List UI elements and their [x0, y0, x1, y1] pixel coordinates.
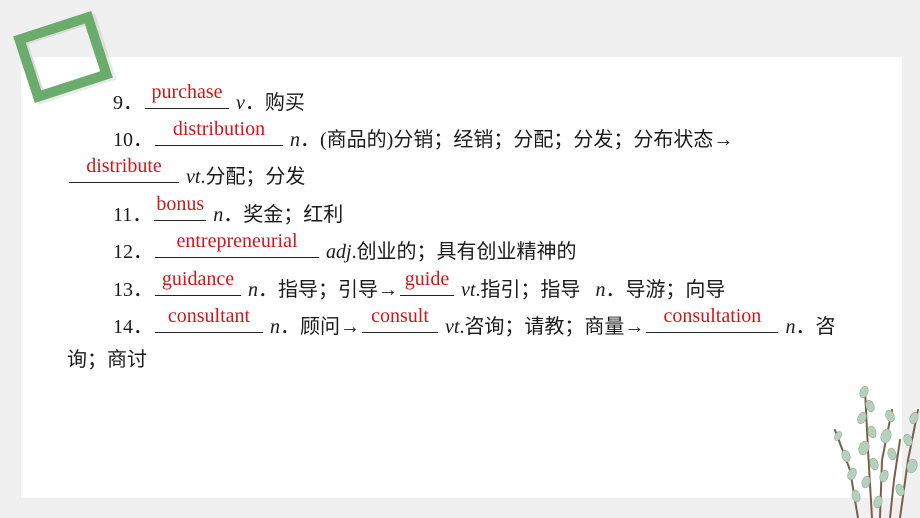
vocab-item-11: 11． bonus n．奖金；红利	[113, 194, 344, 228]
answer-text: consultation	[663, 305, 762, 327]
answer-text: purchase	[151, 81, 223, 103]
vocab-item-14-continued: 询；商讨	[67, 347, 147, 373]
answer-text: distribution	[172, 118, 266, 140]
vocab-item-14: 14． consultant n．顾问→ consult vt.咨询；请教；商量→ c…	[113, 306, 836, 340]
answer-blank: entrepreneurial	[155, 231, 319, 258]
pos-separator: ．	[300, 129, 320, 151]
answer-blank: guidance	[155, 269, 241, 296]
part-of-speech: vt	[445, 316, 460, 338]
part-of-speech: n	[270, 316, 280, 338]
part-of-speech: n	[785, 316, 796, 338]
meaning: 购买	[264, 92, 305, 114]
vocab-item-12: 12． entrepreneurial adj.创业的；具有创业精神的	[113, 231, 577, 265]
part-of-speech: vt	[186, 166, 201, 188]
item-number: 13．	[113, 279, 153, 301]
answer-text: guide	[404, 268, 450, 290]
vocab-item-10-derived: distribute vt.分配；分发	[67, 156, 306, 190]
pussy-willow-plant-icon	[834, 385, 919, 518]
meaning: 导游；向导	[625, 279, 726, 301]
pos-separator: ．	[223, 204, 244, 226]
vocab-item-13: 13． guidance n．指导；引导→ guide vt.指引；指导 n．导游；…	[113, 269, 726, 303]
item-number: 10．	[113, 129, 153, 151]
pos-separator: ．	[258, 279, 278, 301]
pos-separator: ．	[605, 279, 626, 301]
item-number: 14．	[113, 316, 153, 338]
part-of-speech: n	[290, 129, 300, 151]
answer-text: consultant	[167, 305, 251, 327]
answer-blank: distribution	[155, 119, 283, 146]
part-of-speech: n	[213, 204, 224, 226]
vocab-item-10: 10． distribution n．(商品的)分销；经销；分配；分发；分布状态→	[113, 119, 734, 153]
answer-text: guidance	[161, 268, 235, 290]
part-of-speech: vt	[461, 279, 476, 301]
answer-blank: distribute	[69, 156, 179, 183]
meaning: 咨	[815, 316, 836, 338]
answer-blank: consult	[362, 306, 438, 333]
part-of-speech: n	[595, 279, 606, 301]
item-number: 9．	[113, 92, 143, 114]
answer-blank: bonus	[154, 194, 207, 221]
answer-text: entrepreneurial	[176, 230, 298, 252]
vocab-item-9: 9． purchase v．购买	[113, 82, 305, 116]
part-of-speech: adj	[326, 241, 352, 263]
meaning: 顾问→	[300, 316, 360, 338]
meaning: 咨询；请教；商量→	[464, 316, 645, 338]
item-number: 11．	[113, 204, 153, 226]
item-number: 12．	[113, 241, 153, 263]
answer-blank: guide	[400, 269, 454, 296]
meaning: 指引；指导	[480, 279, 581, 301]
answer-text: bonus	[156, 193, 205, 215]
meaning: 分配；分发	[205, 166, 306, 188]
part-of-speech: n	[248, 279, 258, 301]
answer-blank: consultation	[646, 306, 779, 333]
answer-text: consult	[371, 305, 429, 327]
answer-blank: purchase	[145, 82, 229, 109]
pos-separator: ．	[244, 92, 265, 114]
meaning: 指导；引导→	[278, 279, 398, 301]
answer-text: distribute	[86, 155, 162, 177]
meaning: 奖金；红利	[243, 204, 344, 226]
meaning: 询；商讨	[67, 349, 147, 371]
meaning: (商品的)分销；经销；分配；分发；分布状态→	[320, 129, 734, 151]
pos-separator: ．	[795, 316, 816, 338]
meaning: 创业的；具有创业精神的	[356, 241, 577, 263]
answer-blank: consultant	[155, 306, 263, 333]
part-of-speech: v	[236, 92, 245, 114]
pos-separator: ．	[280, 316, 300, 338]
